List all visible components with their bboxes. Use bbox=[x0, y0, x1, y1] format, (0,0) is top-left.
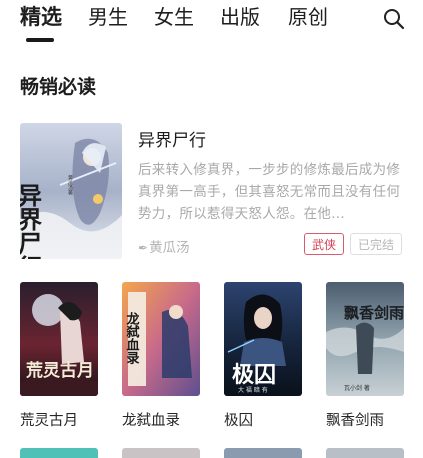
book-cover[interactable]: 荒灵古月 bbox=[20, 282, 98, 396]
active-tab-indicator bbox=[26, 38, 54, 42]
quill-icon: ✒ bbox=[138, 241, 149, 255]
tab-original[interactable]: 原创 bbox=[288, 4, 328, 30]
tab-featured[interactable]: 精选 bbox=[20, 4, 62, 30]
tab-female[interactable]: 女生 bbox=[154, 4, 194, 30]
book-cover[interactable]: 飘香剑雨 瓦小剑 著 bbox=[326, 282, 404, 396]
tab-published[interactable]: 出版 bbox=[220, 4, 260, 30]
book-cover[interactable]: 极囚 大 福 暗 有 bbox=[224, 282, 302, 396]
book-title[interactable]: 飘香剑雨 bbox=[326, 409, 404, 430]
book-item[interactable]: 荒灵古月 荒灵古月 bbox=[20, 282, 98, 430]
status-tag: 已完结 bbox=[350, 233, 403, 255]
cover-title-text: 龙弑血录 bbox=[124, 311, 141, 365]
book-cover[interactable]: 龙弑血录 bbox=[122, 282, 200, 396]
cover-title-text: 荒灵古月 bbox=[25, 360, 94, 381]
tab-male[interactable]: 男生 bbox=[88, 4, 128, 30]
book-cover[interactable]: 异界尸行 黄瓜汤著 bbox=[20, 123, 122, 259]
cover-author-text: 黄瓜汤著 bbox=[67, 174, 73, 196]
category-tabs: 精选 男生 女生 出版 原创 bbox=[20, 4, 407, 44]
featured-description: 后来转入修真界，一步步的修炼最后成为修真界第一高手，但其喜怒无常而且没有任何势力… bbox=[138, 162, 401, 222]
book-item[interactable]: 极囚 大 福 暗 有 极囚 bbox=[224, 282, 302, 430]
cover-small-text: 大 福 暗 有 bbox=[238, 386, 268, 394]
book-item[interactable]: 飘香剑雨 瓦小剑 著 飘香剑雨 bbox=[326, 282, 404, 430]
featured-author: ✒黄瓜汤 bbox=[138, 236, 190, 256]
search-icon[interactable] bbox=[383, 8, 405, 30]
featured-title[interactable]: 异界尸行 bbox=[138, 126, 206, 151]
book-item[interactable]: 龙弑血录 龙弑血录 bbox=[122, 282, 200, 430]
book-title[interactable]: 龙弑血录 bbox=[122, 409, 200, 430]
cover-title-text: 异界尸行 bbox=[20, 183, 43, 259]
cover-small-text: 瓦小剑 著 bbox=[344, 384, 370, 392]
book-cover-peek[interactable] bbox=[326, 448, 404, 458]
author-name: 黄瓜汤 bbox=[149, 240, 190, 256]
book-cover-peek[interactable] bbox=[224, 448, 302, 458]
section-title: 畅销必读 bbox=[20, 76, 97, 98]
book-title[interactable]: 荒灵古月 bbox=[20, 409, 98, 430]
cover-title-text: 极囚 bbox=[232, 362, 276, 388]
genre-tag[interactable]: 武侠 bbox=[304, 233, 345, 255]
featured-book[interactable]: 异界尸行 黄瓜汤著 异界尸行 后来转入修真界，一步步的修炼最后成为修真界第一高手… bbox=[20, 123, 403, 261]
book-title[interactable]: 极囚 bbox=[224, 409, 302, 430]
cover-title-text: 飘香剑雨 bbox=[344, 304, 404, 322]
book-cover-peek[interactable] bbox=[20, 448, 98, 458]
book-cover-peek[interactable] bbox=[122, 448, 200, 458]
